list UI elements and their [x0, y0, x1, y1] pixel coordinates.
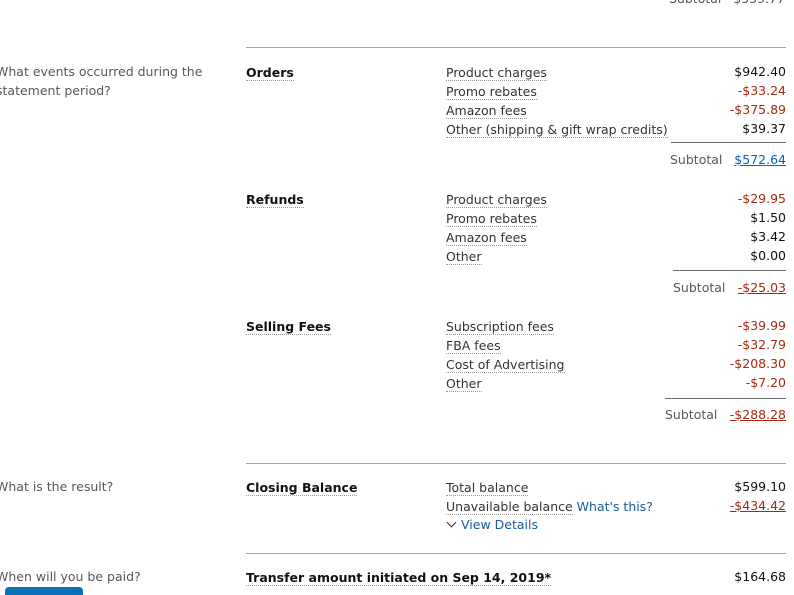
refunds-subtotal-rule [673, 270, 786, 271]
unavailable-balance-label[interactable]: Unavailable balance [446, 499, 573, 515]
chevron-down-icon [446, 517, 457, 528]
unavailable-balance-value[interactable]: -$434.42 [730, 496, 786, 515]
top-subtotal-value: $559.77 [733, 0, 785, 8]
transfer-label[interactable]: Transfer amount initiated on Sep 14, 201… [246, 570, 552, 586]
selling-fees-value-subscription: -$39.99 [737, 318, 786, 333]
orders-label-other[interactable]: Other (shipping & gift wrap credits) [446, 122, 668, 138]
selling-fees-label-subscription[interactable]: Subscription fees [446, 319, 554, 335]
closing-balance-title[interactable]: Closing Balance [246, 480, 358, 496]
selling-fees-label-fba[interactable]: FBA fees [446, 338, 501, 354]
primary-button[interactable] [5, 587, 83, 595]
refunds-subtotal-value[interactable]: -$25.03 [738, 278, 786, 297]
selling-fees-subtotal-rule [665, 398, 786, 399]
top-subtotal-label: Subtotal [669, 0, 721, 8]
refunds-title[interactable]: Refunds [246, 192, 304, 208]
orders-value-promo-rebates: -$33.24 [737, 83, 786, 98]
whats-this-link[interactable]: What's this? [577, 499, 653, 514]
orders-value-amazon-fees: -$375.89 [729, 102, 786, 117]
selling-fees-title[interactable]: Selling Fees [246, 319, 331, 335]
question-events: What events occurred during the statemen… [0, 64, 203, 98]
orders-title[interactable]: Orders [246, 65, 294, 81]
refunds-value-other: $0.00 [750, 248, 786, 263]
selling-fees-subtotal-value[interactable]: -$288.28 [730, 405, 786, 424]
refunds-label-product-charges[interactable]: Product charges [446, 192, 547, 208]
selling-fees-value-other: -$7.20 [745, 375, 786, 390]
view-details-toggle[interactable]: View Details [446, 515, 538, 534]
orders-label-amazon-fees[interactable]: Amazon fees [446, 103, 527, 119]
orders-label-promo-rebates[interactable]: Promo rebates [446, 84, 537, 100]
orders-value-other: $39.37 [742, 121, 786, 136]
question-result: What is the result? [0, 479, 114, 494]
refunds-label-other[interactable]: Other [446, 249, 482, 265]
selling-fees-label-advertising[interactable]: Cost of Advertising [446, 357, 565, 373]
divider [246, 553, 786, 554]
refunds-label-promo-rebates[interactable]: Promo rebates [446, 211, 537, 227]
selling-fees-subtotal-label: Subtotal [665, 407, 718, 422]
refunds-label-amazon-fees[interactable]: Amazon fees [446, 230, 527, 246]
selling-fees-value-advertising: -$208.30 [729, 356, 786, 371]
selling-fees-value-fba: -$32.79 [737, 337, 786, 352]
orders-subtotal-label: Subtotal [670, 152, 723, 167]
orders-subtotal-rule [671, 142, 786, 143]
total-balance-label[interactable]: Total balance [446, 480, 529, 496]
selling-fees-label-other[interactable]: Other [446, 376, 482, 392]
view-details-label: View Details [461, 517, 538, 532]
question-paid: When will you be paid? [0, 569, 141, 584]
divider [246, 47, 786, 48]
total-balance-value: $599.10 [734, 479, 786, 494]
orders-value-product-charges: $942.40 [734, 64, 786, 79]
unavailable-balance-row: Unavailable balance What's this? [446, 499, 653, 515]
refunds-value-product-charges: -$29.95 [737, 191, 786, 206]
refunds-subtotal-label: Subtotal [673, 280, 726, 295]
orders-subtotal-value[interactable]: $572.64 [734, 150, 786, 169]
refunds-value-promo-rebates: $1.50 [750, 210, 786, 225]
orders-label-product-charges[interactable]: Product charges [446, 65, 547, 81]
divider [246, 463, 786, 464]
transfer-value: $164.68 [734, 569, 786, 584]
refunds-value-amazon-fees: $3.42 [750, 229, 786, 244]
